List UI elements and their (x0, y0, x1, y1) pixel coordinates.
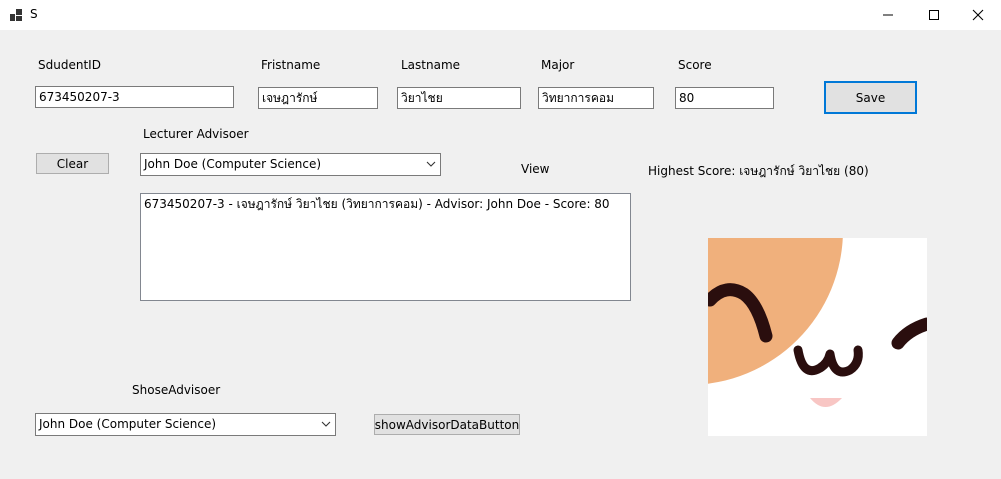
list-item[interactable]: 673450207-3 - เจษฎารักษ์ วิยาไชย (วิทยาก… (144, 196, 627, 212)
view-label: View (521, 162, 550, 176)
save-button[interactable]: Save (824, 81, 917, 114)
right-eye (891, 317, 927, 350)
score-input[interactable]: 80 (675, 87, 774, 109)
choose-advisor-selected: John Doe (Computer Science) (39, 417, 217, 431)
firstname-input[interactable]: เจษฎารักษ์ (258, 87, 378, 109)
student-id-input[interactable]: 673450207-3 (35, 86, 234, 108)
student-listbox[interactable]: 673450207-3 - เจษฎารักษ์ วิยาไชย (วิทยาก… (140, 193, 631, 301)
maximize-icon (929, 10, 939, 20)
chevron-down-icon (426, 161, 436, 167)
lecturer-advisor-selected: John Doe (Computer Science) (144, 157, 322, 171)
choose-advisor-combo[interactable]: John Doe (Computer Science) (35, 413, 336, 436)
highest-score-label: Highest Score: เจษฎารักษ์ วิยาไชย (80) (648, 164, 869, 178)
firstname-label: Fristname (261, 58, 321, 72)
score-label: Score (678, 58, 712, 72)
window-title: S (30, 7, 38, 21)
student-id-label: SdudentID (38, 58, 101, 72)
picture-box (708, 238, 927, 436)
clear-button[interactable]: Clear (36, 153, 109, 174)
lastname-input[interactable]: วิยาไชย (397, 87, 521, 109)
maximize-button[interactable] (911, 0, 957, 30)
minimize-icon (883, 14, 893, 16)
choose-advisor-label: ShoseAdvisoer (132, 383, 221, 397)
lecturer-advisor-label: Lecturer Advisoer (143, 127, 249, 141)
close-icon (972, 9, 984, 21)
mouth (793, 345, 863, 377)
lecturer-advisor-combo[interactable]: John Doe (Computer Science) (140, 153, 441, 176)
major-label: Major (541, 58, 575, 72)
lastname-label: Lastname (401, 58, 461, 72)
tongue (810, 398, 842, 407)
cute-face-image (708, 238, 927, 407)
app-icon (10, 9, 22, 21)
close-button[interactable] (955, 0, 1001, 30)
chevron-down-icon (321, 421, 331, 427)
major-input[interactable]: วิทยาการคอม (538, 87, 654, 109)
title-bar: S (0, 0, 1001, 30)
minimize-button[interactable] (865, 0, 911, 30)
show-advisor-data-button[interactable]: showAdvisorDataButton (374, 414, 520, 435)
